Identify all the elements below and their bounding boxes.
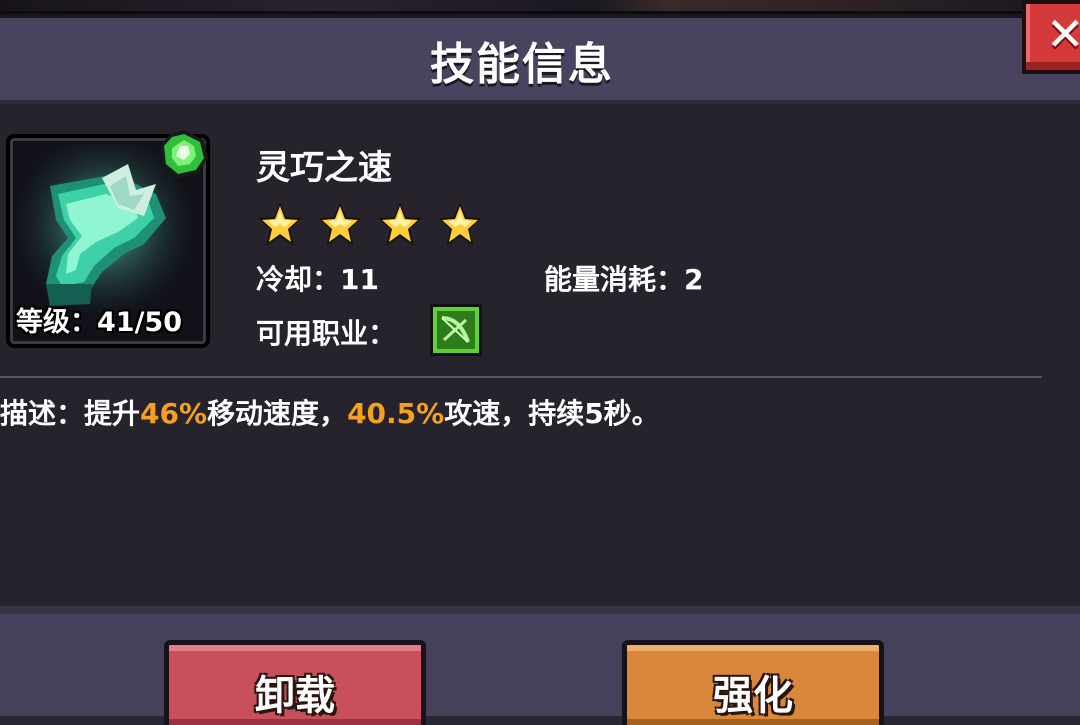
background-scene-strip — [0, 0, 1080, 14]
close-icon: ✕ — [1046, 7, 1080, 61]
dialog-title: 技能信息 — [430, 39, 614, 90]
skill-description: 描述：提升46%移动速度，40.5%攻速，持续5秒。 — [0, 392, 660, 432]
upgrade-button-label: 强化 — [713, 673, 793, 719]
skill-level: 等级：41/50 — [16, 307, 183, 338]
star-rating — [258, 202, 482, 246]
star-icon — [258, 202, 302, 246]
cooldown-label: 冷却：11 — [256, 263, 379, 296]
skill-name: 灵巧之速 — [256, 148, 392, 188]
content-bottom-border — [0, 606, 1080, 614]
bow-class-icon[interactable] — [430, 304, 482, 356]
close-button[interactable]: ✕ — [1022, 0, 1080, 74]
description-prefix: 描述：提升 — [0, 397, 141, 430]
move-speed-value: 46% — [140, 397, 208, 430]
unequip-button[interactable]: 卸载 — [164, 640, 426, 725]
star-icon — [438, 202, 482, 246]
attack-speed-value: 40.5% — [347, 397, 445, 430]
star-icon — [378, 202, 422, 246]
energy-cost-label: 能量消耗：2 — [544, 263, 704, 296]
divider — [0, 376, 1042, 378]
green-gem-badge-icon — [160, 130, 208, 178]
star-icon — [318, 202, 362, 246]
description-suffix: 攻速，持续5秒。 — [444, 397, 660, 430]
description-middle: 移动速度， — [207, 397, 348, 430]
unequip-button-label: 卸载 — [255, 673, 335, 719]
available-class-label: 可用职业： — [256, 317, 397, 350]
upgrade-button[interactable]: 强化 — [622, 640, 884, 725]
